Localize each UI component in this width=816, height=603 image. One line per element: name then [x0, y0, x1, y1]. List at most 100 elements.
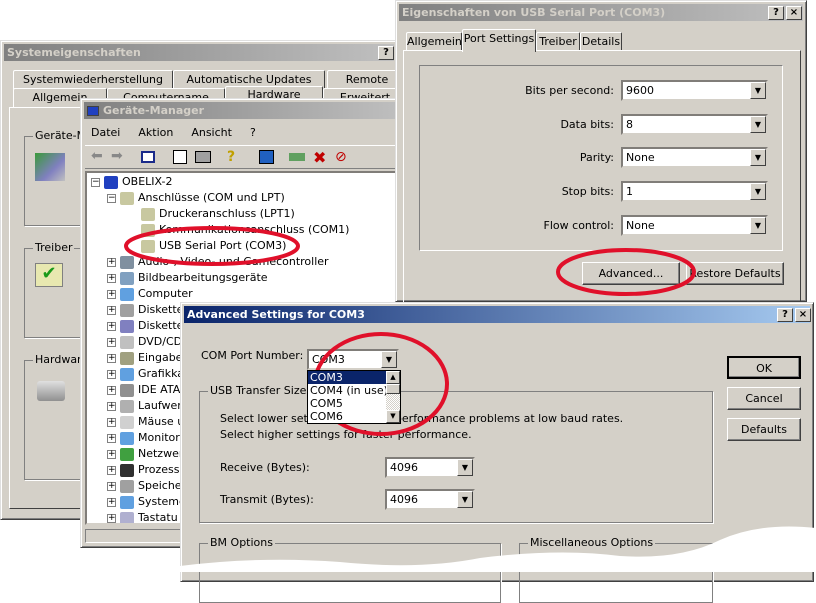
transmit-label: Transmit (Bytes):: [220, 493, 314, 506]
properties-icon[interactable]: [173, 150, 187, 164]
back-icon[interactable]: ⬅: [91, 148, 103, 164]
tree-category[interactable]: + DVD/CD: [107, 334, 182, 350]
print-icon[interactable]: [195, 151, 211, 163]
expand-icon[interactable]: +: [107, 369, 116, 379]
chevron-down-icon[interactable]: ▼: [457, 459, 473, 476]
field-select[interactable]: 1 ▼: [621, 181, 768, 203]
field-select[interactable]: None ▼: [621, 214, 768, 236]
tree-category[interactable]: + Bildbearbeitungsgeräte: [107, 270, 268, 286]
tab-general[interactable]: Allgemein: [406, 32, 462, 51]
chevron-down-icon[interactable]: ▼: [381, 351, 397, 368]
expand-icon[interactable]: +: [107, 321, 116, 331]
com-port-option[interactable]: COM4 (in use): [308, 384, 388, 397]
scrollbar[interactable]: ▲ ▼: [386, 371, 400, 423]
help-button[interactable]: ?: [777, 308, 793, 322]
defaults-button[interactable]: Defaults: [727, 418, 801, 441]
chevron-down-icon[interactable]: ▼: [750, 149, 766, 167]
tree-category[interactable]: + Mäuse u: [107, 414, 184, 430]
device-category-icon: [120, 431, 134, 445]
expand-icon[interactable]: +: [107, 257, 116, 267]
tab-system-restore[interactable]: Systemwiederherstellung: [13, 70, 173, 89]
tree-item-com1[interactable]: Kommunikationsanschluss (COM1): [141, 222, 349, 238]
com-port-option[interactable]: COM6: [308, 410, 386, 423]
expand-icon[interactable]: +: [107, 449, 116, 459]
expand-icon[interactable]: +: [107, 385, 116, 395]
scan-hardware-icon[interactable]: [259, 150, 274, 164]
help-button[interactable]: ?: [768, 6, 784, 20]
tree-category[interactable]: + Computer: [107, 286, 193, 302]
scroll-down-icon[interactable]: ▼: [386, 410, 400, 423]
tree-category[interactable]: + Laufwer: [107, 398, 182, 414]
menu-ansicht[interactable]: Ansicht: [191, 126, 232, 139]
menu-help[interactable]: ?: [250, 126, 256, 139]
update-driver-icon[interactable]: [289, 153, 305, 161]
scroll-up-icon[interactable]: ▲: [386, 371, 400, 384]
menu-datei[interactable]: Datei: [91, 126, 120, 139]
ok-button[interactable]: OK: [727, 356, 801, 379]
com-port-option[interactable]: COM5: [308, 397, 386, 410]
field-select[interactable]: None ▼: [621, 147, 768, 169]
tab-details[interactable]: Details: [580, 32, 622, 51]
expand-icon[interactable]: +: [107, 353, 116, 363]
close-button[interactable]: ×: [795, 308, 811, 322]
chevron-down-icon[interactable]: ▼: [750, 183, 766, 201]
tree-item-lpt1[interactable]: Druckeranschluss (LPT1): [141, 206, 295, 222]
tree-root[interactable]: − OBELIX-2: [91, 174, 172, 190]
chevron-down-icon[interactable]: ▼: [750, 216, 766, 234]
expand-icon[interactable]: +: [107, 433, 116, 443]
device-category-icon: [120, 447, 134, 461]
expand-icon[interactable]: +: [107, 337, 116, 347]
chevron-down-icon[interactable]: ▼: [457, 491, 473, 508]
advanced-settings-dialog: Advanced Settings for COM3 ? × COM Port …: [180, 302, 814, 603]
help-icon[interactable]: ?: [227, 149, 235, 165]
tab-driver[interactable]: Treiber: [536, 32, 580, 51]
chevron-down-icon[interactable]: ▼: [750, 115, 766, 133]
show-hide-tree-icon[interactable]: [141, 151, 155, 163]
expand-icon[interactable]: +: [107, 273, 116, 283]
tree-category[interactable]: + Eingabe: [107, 350, 182, 366]
scroll-thumb[interactable]: [386, 384, 400, 394]
uninstall-icon[interactable]: ✖: [313, 148, 326, 167]
expand-icon[interactable]: +: [107, 497, 116, 507]
tree-category[interactable]: + Prozess: [107, 462, 179, 478]
expand-icon[interactable]: +: [107, 401, 116, 411]
tree-category[interactable]: + Speiche: [107, 478, 182, 494]
tree-category[interactable]: + IDE ATA: [107, 382, 180, 398]
expand-icon[interactable]: +: [107, 305, 116, 315]
field-select[interactable]: 9600 ▼: [621, 80, 768, 101]
tree-ports-category[interactable]: − Anschlüsse (COM und LPT): [107, 190, 285, 206]
usb-transfer-sizes-group: USB Transfer Sizes Select lower settings…: [199, 384, 713, 523]
tree-label: Diskette: [138, 303, 184, 316]
menu-aktion[interactable]: Aktion: [138, 126, 173, 139]
cancel-button[interactable]: Cancel: [727, 387, 801, 410]
tree-category[interactable]: + Monitor: [107, 430, 180, 446]
tree-category[interactable]: + Grafikka: [107, 366, 184, 382]
help-button[interactable]: ?: [378, 46, 394, 60]
restore-defaults-button[interactable]: Restore Defaults: [686, 262, 784, 285]
chevron-down-icon[interactable]: ▼: [750, 82, 766, 99]
tree-category[interactable]: + Systemg: [107, 494, 186, 510]
forward-icon[interactable]: ➡: [111, 148, 123, 164]
expand-icon[interactable]: +: [107, 417, 116, 427]
expand-icon[interactable]: +: [107, 513, 116, 523]
transmit-select[interactable]: 4096 ▼: [385, 489, 475, 510]
field-select[interactable]: 8 ▼: [621, 113, 768, 135]
device-category-icon: [120, 495, 134, 509]
tree-item-usb-serial-port[interactable]: USB Serial Port (COM3): [141, 238, 286, 254]
tree-category[interactable]: + Diskette: [107, 302, 183, 318]
tree-category[interactable]: + Diskette: [107, 318, 183, 334]
tree-category[interactable]: + Audio-, Video- und Gamecontroller: [107, 254, 329, 270]
advanced-button[interactable]: Advanced...: [582, 262, 680, 285]
com-port-select[interactable]: COM3 ▼: [307, 349, 399, 370]
tree-category[interactable]: + Tastatu: [107, 510, 178, 523]
close-button[interactable]: ×: [786, 6, 802, 20]
hint-text: Select lower settings to correct perform…: [220, 412, 624, 425]
receive-select[interactable]: 4096 ▼: [385, 457, 475, 478]
disable-icon[interactable]: ⊘: [335, 149, 347, 165]
expand-icon[interactable]: +: [107, 481, 116, 491]
tree-category[interactable]: + Netzwer: [107, 446, 183, 462]
expand-icon[interactable]: +: [107, 465, 116, 475]
com-port-option[interactable]: COM3: [308, 371, 386, 384]
expand-icon[interactable]: +: [107, 289, 116, 299]
tab-port-settings[interactable]: Port Settings: [462, 29, 536, 52]
